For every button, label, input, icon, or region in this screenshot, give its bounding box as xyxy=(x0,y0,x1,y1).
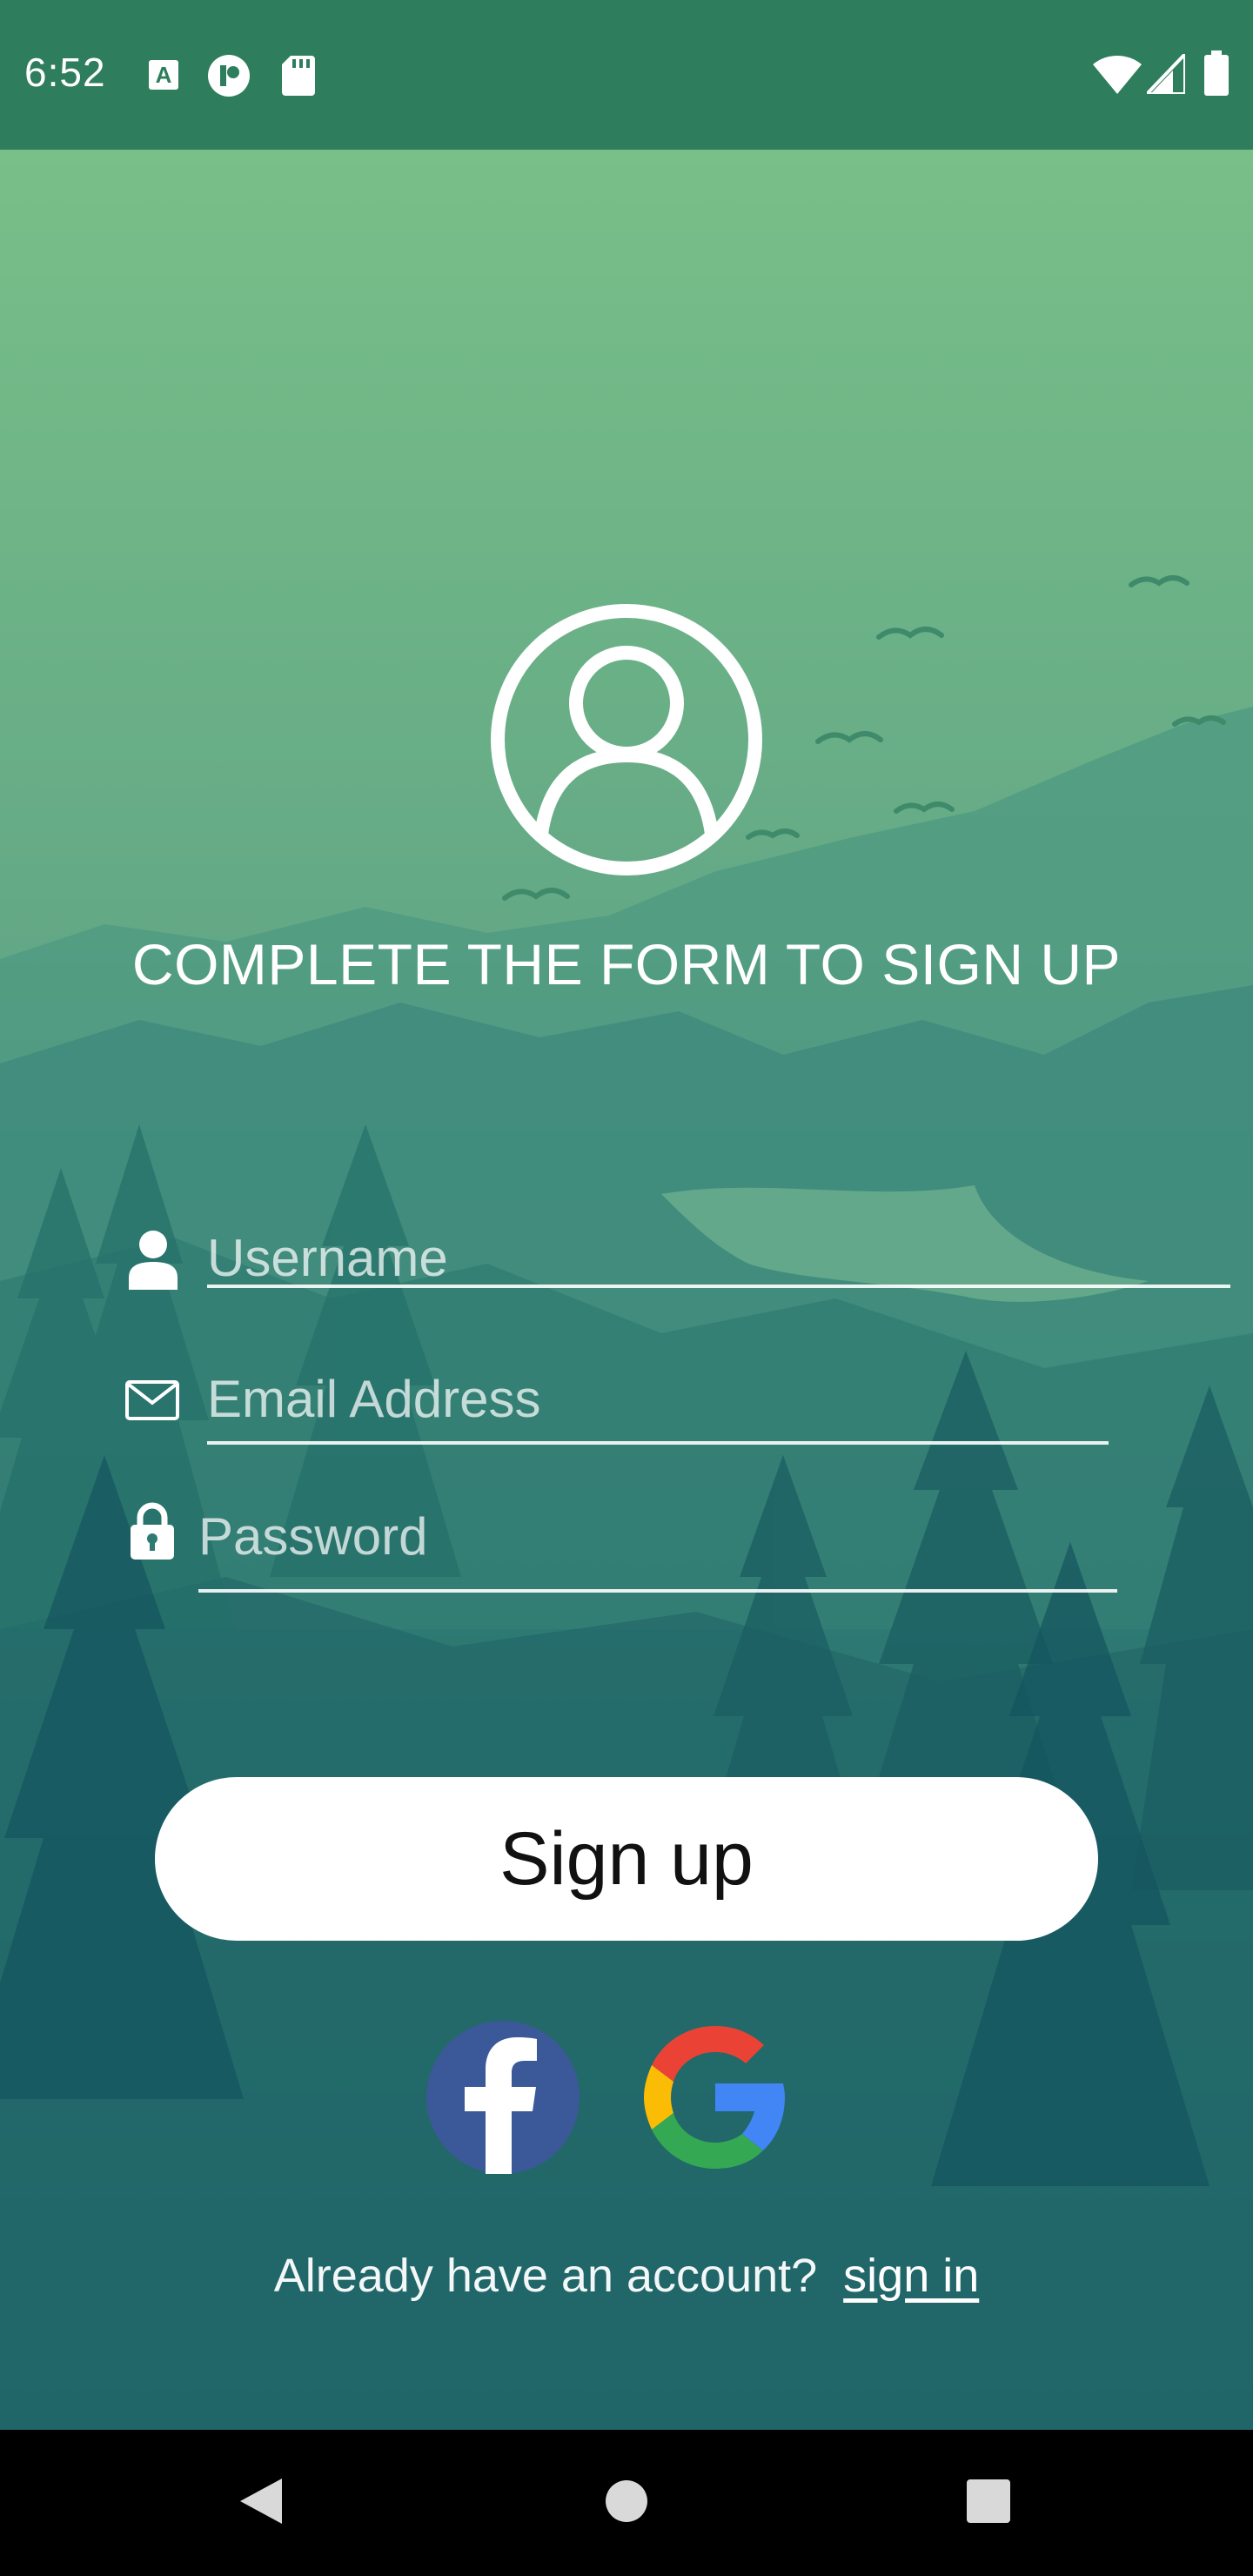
password-field-group xyxy=(122,1497,1122,1601)
recents-icon[interactable] xyxy=(966,2479,1011,2524)
facebook-icon[interactable] xyxy=(426,2021,580,2174)
page-title: COMPLETE THE FORM TO SIGN UP xyxy=(131,932,1122,996)
battery-icon xyxy=(1204,50,1229,96)
status-time: 6:52 xyxy=(24,50,106,95)
svg-text:A: A xyxy=(156,62,172,88)
sd-card-icon xyxy=(282,56,315,96)
envelope-icon xyxy=(125,1380,179,1420)
navigation-bar xyxy=(0,2430,1253,2576)
signin-prompt: Already have an account? xyxy=(273,2250,818,2302)
user-avatar-icon xyxy=(491,604,762,875)
app-badge-icon xyxy=(208,55,250,97)
keyboard-a-icon: A xyxy=(149,60,178,90)
person-icon xyxy=(129,1231,178,1290)
password-input[interactable] xyxy=(198,1497,1112,1575)
google-icon[interactable] xyxy=(639,2021,792,2174)
status-bar: 6:52 A xyxy=(0,0,1253,150)
email-underline xyxy=(207,1441,1109,1445)
lock-icon xyxy=(131,1502,174,1560)
username-underline xyxy=(207,1285,1230,1288)
password-underline xyxy=(198,1589,1117,1593)
email-field-group xyxy=(122,1359,1114,1471)
username-field-group xyxy=(122,1210,1230,1314)
signin-row: Already have an account? sign in xyxy=(0,2249,1253,2303)
wifi-icon xyxy=(1093,55,1142,94)
home-icon[interactable] xyxy=(604,2479,649,2524)
signin-link[interactable]: sign in xyxy=(843,2250,979,2302)
signup-button[interactable]: Sign up xyxy=(155,1777,1098,1941)
email-input[interactable] xyxy=(207,1359,1103,1438)
back-icon[interactable] xyxy=(237,2475,285,2527)
signal-icon xyxy=(1147,54,1185,94)
signup-screen: 6:52 A COMPLETE THE FORM TO SIGN UP User… xyxy=(0,0,1253,2576)
